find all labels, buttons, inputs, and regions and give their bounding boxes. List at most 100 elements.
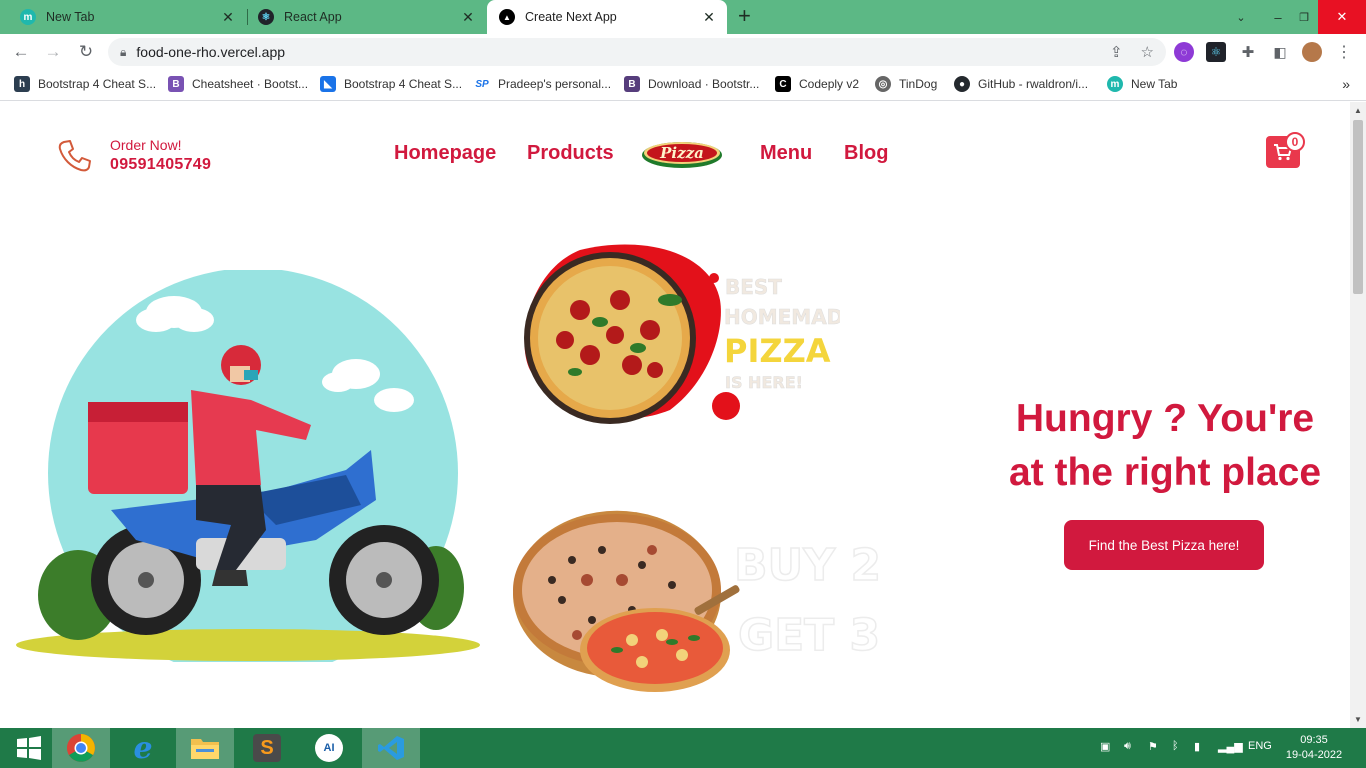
page-viewport: Order Now! 09591405749 Homepage Products… bbox=[0, 102, 1350, 728]
taskbar-sublime-text[interactable]: S bbox=[238, 728, 296, 768]
internet-explorer-icon: e bbox=[133, 730, 153, 766]
sublime-icon: S bbox=[253, 734, 281, 762]
bootstrap-icon: B bbox=[624, 76, 640, 92]
clock-date: 19-04-2022 bbox=[1285, 749, 1343, 761]
promo1-line3: PIZZA bbox=[724, 332, 831, 370]
tab-create-next-app[interactable]: ▲ Create Next App ✕ bbox=[487, 0, 727, 34]
bluetooth-icon[interactable]: ᛒ bbox=[1172, 740, 1179, 752]
globe-icon: ◎ bbox=[875, 76, 891, 92]
taskbar-chrome[interactable] bbox=[52, 728, 110, 768]
phone-number: 09591405749 bbox=[110, 156, 212, 173]
taskbar-app[interactable]: AI bbox=[300, 728, 358, 768]
bookmark-item[interactable]: SP Pradeep's personal... bbox=[474, 76, 611, 92]
find-pizza-button[interactable]: Find the Best Pizza here! bbox=[1064, 520, 1264, 570]
windows-icon bbox=[17, 736, 41, 760]
extension-icon[interactable]: ◌ bbox=[1174, 42, 1194, 62]
bookmark-item[interactable]: h Bootstrap 4 Cheat S... bbox=[14, 76, 156, 92]
pizza-logo[interactable]: Pizza bbox=[640, 138, 724, 172]
promo1-line1: BEST bbox=[725, 275, 782, 299]
taskbar-internet-explorer[interactable]: e bbox=[114, 728, 172, 768]
tab-title: Create Next App bbox=[525, 10, 617, 24]
volume-icon[interactable]: 🔊︎ bbox=[1124, 740, 1131, 753]
clock-time: 09:35 bbox=[1300, 734, 1328, 746]
m-icon: m bbox=[20, 9, 36, 25]
sp-icon: SP bbox=[475, 78, 489, 90]
close-tab-icon[interactable]: ✕ bbox=[220, 9, 236, 26]
react-icon: ⚛ bbox=[258, 9, 274, 25]
page-scrollbar[interactable]: ▲ ▼ bbox=[1350, 102, 1366, 728]
nav-blog[interactable]: Blog bbox=[844, 142, 888, 165]
promo1-line4: IS HERE! bbox=[725, 373, 803, 392]
nav-products[interactable]: Products bbox=[527, 142, 614, 165]
address-bar[interactable]: 🔒︎ food-one-rho.vercel.app ⇪ ☆ bbox=[108, 38, 1166, 66]
bootstrap-icon: B bbox=[168, 76, 184, 92]
reload-button[interactable]: ↻ bbox=[75, 41, 97, 63]
battery-icon[interactable]: ▮ bbox=[1194, 740, 1200, 753]
bookmark-icon: ◣ bbox=[320, 76, 336, 92]
github-icon: ● bbox=[954, 76, 970, 92]
vscode-icon bbox=[378, 736, 404, 760]
bookmark-item[interactable]: m New Tab bbox=[1107, 76, 1177, 92]
bookmark-item[interactable]: B Download · Bootstr... bbox=[624, 76, 759, 92]
back-button[interactable]: ← bbox=[10, 41, 32, 63]
tray-app-icon[interactable]: ▣ bbox=[1100, 740, 1110, 753]
clock[interactable]: 09:35 19-04-2022 bbox=[1284, 733, 1344, 763]
start-button[interactable] bbox=[0, 728, 58, 768]
scrollbar-thumb[interactable] bbox=[1353, 120, 1363, 294]
delivery-illustration bbox=[16, 270, 480, 662]
codeply-icon: C bbox=[775, 76, 791, 92]
nav-menu[interactable]: Menu bbox=[760, 142, 812, 165]
tab-strip: m New Tab ✕ ⚛ React App ✕ ▲ Create Next … bbox=[0, 0, 1366, 34]
chrome-icon bbox=[67, 734, 95, 762]
ai-app-icon: AI bbox=[315, 734, 343, 762]
restore-button[interactable]: ❐ bbox=[1292, 0, 1316, 34]
flag-icon[interactable]: ⚑ bbox=[1148, 740, 1158, 753]
bookmarks-overflow-icon[interactable]: » bbox=[1342, 76, 1350, 92]
extensions-puzzle-icon[interactable]: ✚ bbox=[1238, 42, 1258, 62]
minimize-button[interactable]: – bbox=[1266, 0, 1290, 34]
scroll-up-icon[interactable]: ▲ bbox=[1354, 106, 1362, 115]
close-tab-icon[interactable]: ✕ bbox=[460, 9, 476, 26]
bookmark-item[interactable]: ◣ Bootstrap 4 Cheat S... bbox=[320, 76, 462, 92]
forward-button[interactable]: → bbox=[42, 41, 64, 63]
folder-icon bbox=[191, 739, 219, 759]
menu-dots-icon[interactable]: ⋮ bbox=[1334, 42, 1354, 62]
bookmark-item[interactable]: ● GitHub - rwaldron/i... bbox=[954, 76, 1088, 92]
tab-search-icon[interactable]: ⌄ bbox=[1228, 0, 1254, 34]
phone-icon bbox=[58, 140, 91, 172]
close-tab-icon[interactable]: ✕ bbox=[701, 9, 717, 26]
bookmarks-bar: h Bootstrap 4 Cheat S... B Cheatsheet · Bo… bbox=[0, 70, 1366, 101]
taskbar-vscode[interactable] bbox=[362, 728, 420, 768]
taskbar-file-explorer[interactable] bbox=[176, 728, 234, 768]
nextjs-icon: ▲ bbox=[499, 9, 515, 25]
tab-title: New Tab bbox=[46, 10, 95, 24]
language-indicator[interactable]: ENG bbox=[1248, 740, 1272, 752]
nav-homepage[interactable]: Homepage bbox=[394, 142, 496, 165]
bookmark-item[interactable]: C Codeply v2 bbox=[775, 76, 859, 92]
network-icon[interactable]: ▂▄▆ bbox=[1218, 740, 1243, 753]
bookmark-item[interactable]: ◎ TinDog bbox=[875, 76, 937, 92]
bookmark-star-icon[interactable]: ☆ bbox=[1141, 43, 1154, 61]
promo-buy-2-get-3[interactable]: BUY 2 GET 3 bbox=[512, 510, 882, 692]
tab-react-app[interactable]: ⚛ React App ✕ bbox=[248, 0, 486, 34]
close-window-button[interactable]: ✕ bbox=[1318, 0, 1366, 34]
browser-toolbar: ← → ↻ 🔒︎ food-one-rho.vercel.app ⇪ ☆ ◌ ⚛… bbox=[0, 34, 1366, 70]
scroll-down-icon[interactable]: ▼ bbox=[1354, 715, 1362, 724]
new-tab-button[interactable]: + bbox=[738, 5, 751, 27]
url-text: food-one-rho.vercel.app bbox=[136, 44, 286, 60]
profile-avatar[interactable] bbox=[1302, 42, 1322, 62]
m-icon: m bbox=[1107, 76, 1123, 92]
side-panel-icon[interactable]: ◧ bbox=[1270, 42, 1290, 62]
share-icon[interactable]: ⇪ bbox=[1110, 43, 1123, 61]
lock-icon: 🔒︎ bbox=[120, 44, 127, 59]
cart-count-badge: 0 bbox=[1285, 132, 1305, 152]
react-devtools-icon[interactable]: ⚛ bbox=[1206, 42, 1226, 62]
tab-new-tab[interactable]: m New Tab ✕ bbox=[8, 0, 246, 34]
hero-title-line2: at the right place bbox=[1008, 451, 1322, 494]
bookmark-item[interactable]: B Cheatsheet · Bootst... bbox=[168, 76, 308, 92]
order-now[interactable]: Order Now! 09591405749 bbox=[58, 136, 211, 176]
promo2-line2: GET 3 bbox=[738, 610, 880, 661]
promo1-line2: HOMEMADE bbox=[724, 305, 840, 329]
promo-best-homemade-pizza[interactable]: BEST HOMEMADE PIZZA IS HERE! bbox=[520, 240, 840, 426]
hero-title-line1: Hungry ? You're bbox=[1015, 397, 1315, 440]
